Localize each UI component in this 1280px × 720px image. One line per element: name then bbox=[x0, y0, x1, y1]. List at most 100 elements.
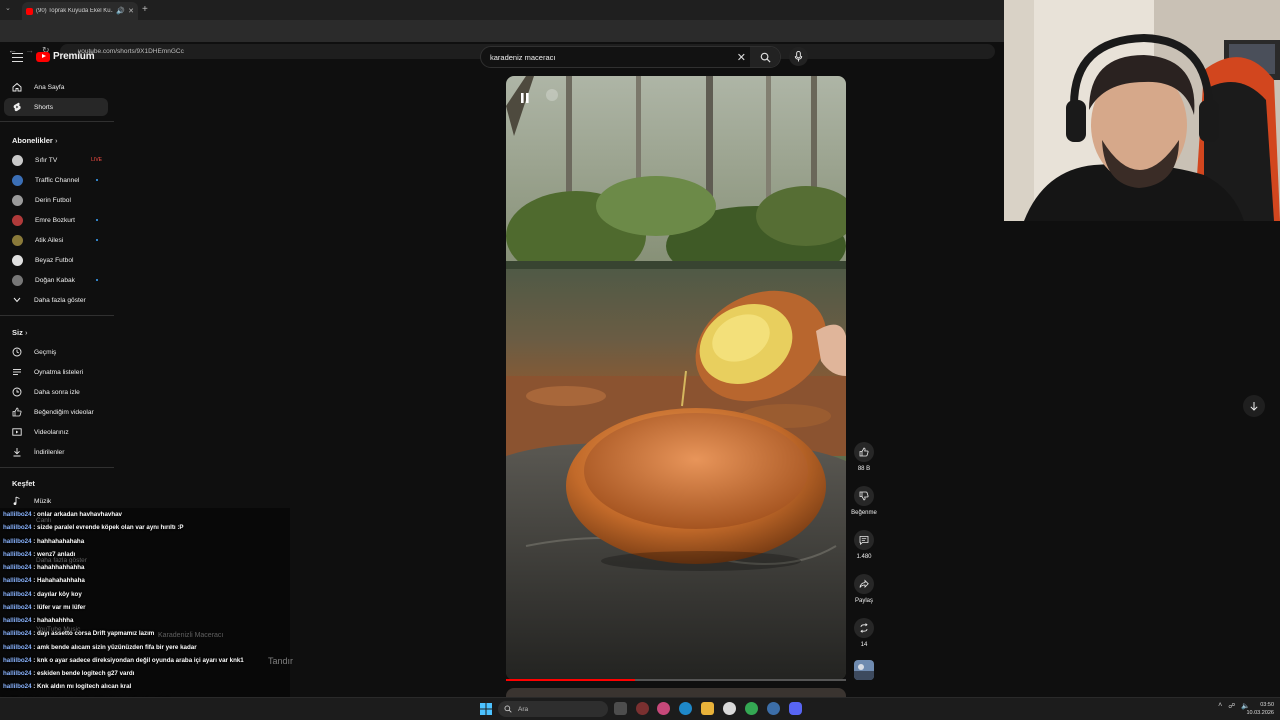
sidebar-item-label: Sıfır TV bbox=[35, 156, 58, 164]
tab-list-icon[interactable]: ⌄ bbox=[5, 4, 11, 12]
taskbar-search[interactable]: Ara bbox=[498, 701, 608, 717]
chat-message: hallilbo24 : onlar arkadan havhavhavhav bbox=[3, 511, 122, 518]
channel-avatar bbox=[12, 254, 23, 266]
video-progress-bar[interactable] bbox=[506, 679, 846, 681]
microphone-icon bbox=[794, 51, 803, 62]
like-button[interactable] bbox=[854, 442, 874, 462]
sidebar-item-sifir-tv[interactable]: Sıfır TV LIVE bbox=[4, 151, 108, 169]
sidebar-item-watch-later[interactable]: Daha sonra izle bbox=[4, 383, 108, 401]
faded-channel-name: Karadenizli Maceracı bbox=[158, 632, 224, 639]
sidebar-divider bbox=[0, 467, 114, 468]
explore-title: Keşfet bbox=[12, 479, 35, 488]
browser-tabbar: ⌄ (90) Toprak Kuyuda Ekel Ku... 🔊 ✕ + bbox=[0, 0, 1004, 20]
windows-start-icon[interactable] bbox=[480, 702, 492, 715]
share-action[interactable]: Paylaş bbox=[849, 574, 879, 604]
next-short-button[interactable] bbox=[1243, 395, 1265, 417]
sidebar-item-liked-videos[interactable]: Beğendiğim videolar bbox=[4, 403, 108, 421]
discord-icon[interactable] bbox=[789, 702, 802, 715]
share-button[interactable] bbox=[854, 574, 874, 594]
volume-icon[interactable] bbox=[546, 89, 558, 101]
sidebar-item-downloads[interactable]: İndirilenler bbox=[4, 443, 108, 461]
dislike-action[interactable]: Beğenme bbox=[849, 486, 879, 516]
comments-action[interactable]: 1.480 bbox=[849, 530, 879, 560]
chat-message: hallilbo24 : dayılar köy koy bbox=[3, 591, 82, 598]
audio-source-thumbnail[interactable] bbox=[854, 660, 874, 680]
taskbar-clock[interactable]: 03:50 10.03.2026 bbox=[1246, 701, 1274, 717]
sidebar-item-dogan-kabak[interactable]: Doğan Kabak bbox=[4, 271, 108, 289]
chat-text: wenz7 anladı bbox=[37, 550, 76, 558]
sidebar-item-beyaz-futbol[interactable]: Beyaz Futbol bbox=[4, 251, 108, 269]
close-tab-icon[interactable]: ✕ bbox=[128, 7, 134, 15]
shorts-icon bbox=[12, 102, 22, 112]
chevron-right-icon: › bbox=[24, 328, 28, 337]
settings-app-icon[interactable] bbox=[636, 702, 649, 715]
liked-icon bbox=[12, 407, 22, 417]
chat-message: hallilbo24 : wenz7 anladı bbox=[3, 551, 75, 558]
comments-button[interactable] bbox=[854, 530, 874, 550]
channel-avatar bbox=[12, 174, 23, 186]
chat-text: sizde paralel evrende köpek olan var ayn… bbox=[37, 524, 184, 532]
yandex-icon[interactable] bbox=[723, 702, 736, 715]
pause-icon[interactable] bbox=[521, 90, 529, 103]
sidebar-item-derin-futbol[interactable]: Derin Futbol bbox=[4, 191, 108, 209]
comment-count: 1.480 bbox=[856, 554, 872, 560]
file-explorer-icon[interactable] bbox=[701, 702, 714, 715]
chat-text: dayı assetto corsa Drift yapmamız lazım bbox=[37, 630, 155, 638]
sidebar-item-home[interactable]: Ana Sayfa bbox=[4, 78, 108, 96]
sidebar-item-history[interactable]: Geçmiş bbox=[4, 343, 108, 361]
sidebar-item-label: Doğan Kabak bbox=[35, 276, 75, 284]
chat-username: hallilbo24 bbox=[3, 550, 32, 558]
chat-username: hallilbo24 bbox=[3, 537, 32, 545]
remix-action[interactable]: 14 bbox=[849, 618, 879, 648]
chat-text: hahhahahahaha bbox=[37, 537, 85, 545]
your-videos-icon bbox=[12, 427, 22, 437]
chat-text: eskiden bende logitech g27 vardı bbox=[37, 670, 135, 677]
task-view-icon[interactable] bbox=[614, 702, 627, 715]
channel-avatar bbox=[12, 154, 23, 166]
video-frame bbox=[506, 76, 846, 680]
like-action[interactable]: 88 B bbox=[849, 442, 879, 472]
steam-icon[interactable] bbox=[767, 702, 780, 715]
sidebar-item-your-videos[interactable]: Videolarınız bbox=[4, 423, 108, 441]
channel-avatar bbox=[12, 194, 23, 206]
you-heading[interactable]: Siz › bbox=[12, 328, 27, 337]
shorts-video-player[interactable] bbox=[506, 76, 846, 680]
sidebar-item-label: Videolarınız bbox=[34, 428, 69, 436]
forward-icon[interactable]: → bbox=[25, 45, 34, 55]
show-more-button[interactable]: Daha fazla göster bbox=[4, 291, 108, 309]
sidebar-item-traffic-channel[interactable]: Traffic Channel bbox=[4, 171, 108, 189]
sidebar-item-emre-bozkurt[interactable]: Emre Bozkurt bbox=[4, 211, 108, 229]
arrow-down-icon bbox=[1250, 402, 1258, 411]
video-progress-fill bbox=[506, 679, 636, 681]
chat-username: hallilbo24 bbox=[3, 617, 32, 624]
sidebar-item-playlists[interactable]: Oynatma listeleri bbox=[4, 363, 108, 381]
dislike-button[interactable] bbox=[854, 486, 874, 506]
sidebar-item-label: Oynatma listeleri bbox=[34, 368, 84, 376]
search-icon bbox=[504, 705, 512, 713]
voice-search-button[interactable] bbox=[789, 47, 808, 66]
app-icon[interactable] bbox=[657, 702, 670, 715]
chat-message: hallilbo24 : lüfer var mı lüfer bbox=[3, 604, 86, 611]
explore-heading: Keşfet bbox=[12, 479, 35, 488]
search-button[interactable] bbox=[750, 47, 780, 67]
youtube-premium-logo[interactable]: Premium TR bbox=[36, 50, 95, 62]
clear-search-icon[interactable]: ✕ bbox=[737, 51, 746, 64]
network-icon[interactable]: ☍ bbox=[1228, 702, 1235, 710]
chat-message: hallilbo24 : sizde paralel evrende köpek… bbox=[3, 524, 184, 531]
chat-text: dayılar köy koy bbox=[37, 590, 82, 598]
thumbs-down-icon bbox=[859, 491, 869, 501]
tray-chevron-icon[interactable]: ˄ bbox=[1218, 702, 1222, 710]
remix-button[interactable] bbox=[854, 618, 874, 638]
chrome-icon[interactable] bbox=[745, 702, 758, 715]
browser-tab[interactable]: (90) Toprak Kuyuda Ekel Ku... 🔊 ✕ bbox=[22, 2, 138, 20]
search-input[interactable]: karadeniz maceracı ✕ bbox=[480, 46, 781, 68]
sidebar-item-atik-ailesi[interactable]: Atik Ailesi bbox=[4, 231, 108, 249]
menu-icon[interactable] bbox=[12, 53, 23, 62]
edge-icon[interactable] bbox=[679, 702, 692, 715]
chat-text: onlar arkadan havhavhavhav bbox=[37, 511, 122, 518]
new-content-dot bbox=[96, 239, 98, 241]
new-tab-button[interactable]: + bbox=[142, 4, 148, 15]
subscriptions-heading[interactable]: Abonelikler › bbox=[12, 136, 57, 145]
sidebar-item-shorts[interactable]: Shorts bbox=[4, 98, 108, 116]
speaker-icon[interactable]: 🔊 bbox=[116, 7, 125, 15]
